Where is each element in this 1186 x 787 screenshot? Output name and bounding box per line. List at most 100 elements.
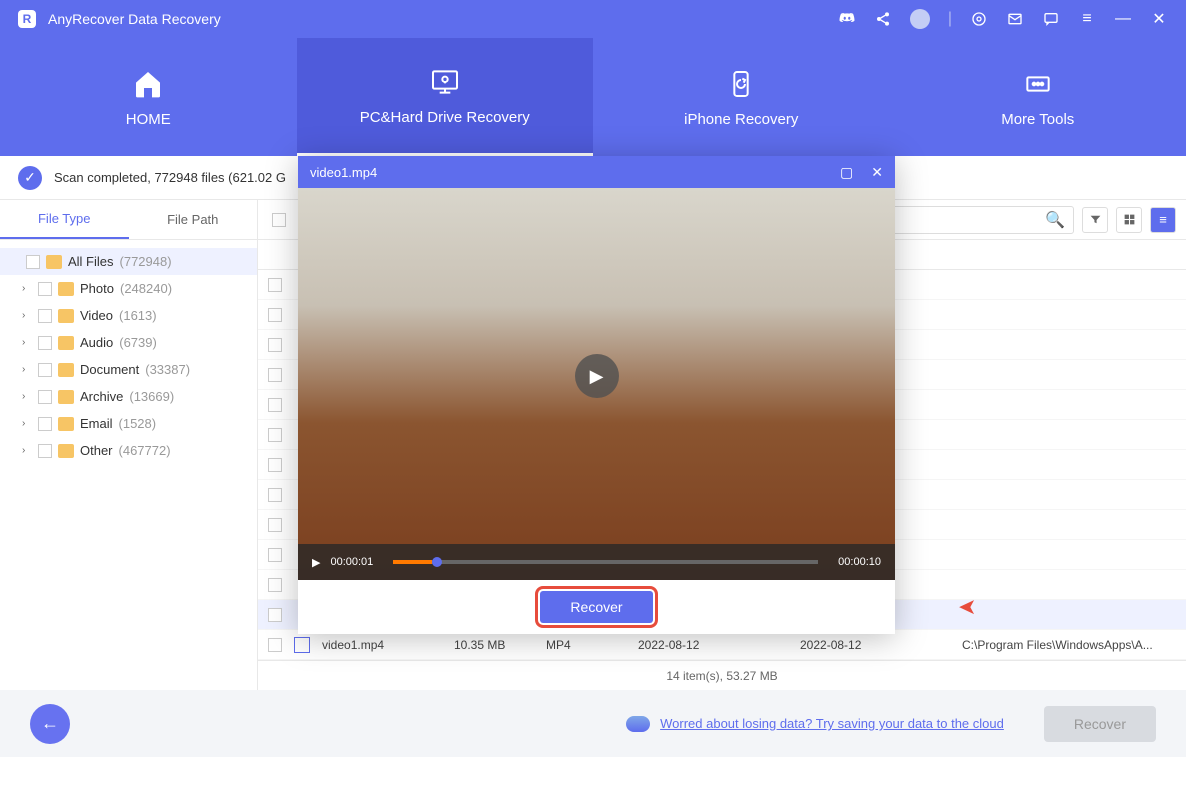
- checkbox[interactable]: [38, 336, 52, 350]
- folder-icon: [58, 444, 74, 458]
- tree-item[interactable]: ›Email (1528): [0, 410, 257, 437]
- modal-title: video1.mp4: [310, 165, 377, 180]
- tree-label: All Files: [68, 254, 114, 269]
- tree-label: Archive: [80, 389, 123, 404]
- tree-item[interactable]: ›Document (33387): [0, 356, 257, 383]
- chevron-right-icon: ›: [22, 391, 32, 402]
- file-name: video1.mp4: [322, 638, 442, 652]
- cloud-icon: [626, 716, 650, 732]
- grid-view-button[interactable]: [1116, 207, 1142, 233]
- mail-icon[interactable]: [1006, 10, 1024, 28]
- video-controls: ▶ 00:00:01 00:00:10: [298, 544, 895, 580]
- file-date2: 2022-08-12: [800, 638, 950, 652]
- chat-icon[interactable]: [1042, 10, 1060, 28]
- tree-count: (1528): [119, 416, 157, 431]
- select-all-checkbox[interactable]: [272, 213, 286, 227]
- nav-iphone-recovery[interactable]: iPhone Recovery: [593, 38, 890, 156]
- checkbox[interactable]: [38, 363, 52, 377]
- back-button[interactable]: ←: [30, 704, 70, 744]
- checkbox[interactable]: [38, 282, 52, 296]
- checkbox[interactable]: [268, 368, 282, 382]
- more-icon: [1021, 67, 1055, 101]
- monitor-icon: [428, 65, 462, 99]
- home-icon: [131, 67, 165, 101]
- nav-more-tools[interactable]: More Tools: [890, 38, 1186, 156]
- check-icon: ✓: [18, 166, 42, 190]
- folder-icon: [46, 255, 62, 269]
- tree-count: (248240): [120, 281, 172, 296]
- checkbox[interactable]: [268, 488, 282, 502]
- folder-icon: [58, 417, 74, 431]
- checkbox[interactable]: [38, 444, 52, 458]
- tree-all-files[interactable]: All Files (772948): [0, 248, 257, 275]
- checkbox[interactable]: [38, 390, 52, 404]
- checkbox[interactable]: [268, 458, 282, 472]
- recover-button-footer[interactable]: Recover: [1044, 706, 1156, 742]
- modal-close-icon[interactable]: ✕: [871, 164, 883, 181]
- file-date1: 2022-08-12: [638, 638, 788, 652]
- discord-icon[interactable]: [838, 10, 856, 28]
- play-icon[interactable]: ▶: [312, 556, 320, 569]
- play-button[interactable]: ▶: [575, 354, 619, 398]
- checkbox[interactable]: [268, 338, 282, 352]
- tree-count: (467772): [119, 443, 171, 458]
- checkbox[interactable]: [268, 638, 282, 652]
- checkbox[interactable]: [26, 255, 40, 269]
- modal-maximize-icon[interactable]: ▢: [840, 164, 853, 181]
- list-view-button[interactable]: ≡: [1150, 207, 1176, 233]
- search-icon[interactable]: 🔍: [1045, 210, 1065, 230]
- status-text: Scan completed, 772948 files (621.02 G: [54, 170, 286, 185]
- chevron-right-icon: ›: [22, 445, 32, 456]
- checkbox[interactable]: [268, 308, 282, 322]
- chevron-right-icon: ›: [22, 283, 32, 294]
- folder-icon: [58, 282, 74, 296]
- sidebar: File Type File Path All Files (772948) ›…: [0, 200, 258, 690]
- tree-label: Video: [80, 308, 113, 323]
- avatar[interactable]: [910, 9, 930, 29]
- minimize-icon[interactable]: —: [1114, 10, 1132, 28]
- tab-file-path[interactable]: File Path: [129, 200, 258, 239]
- nav-pc-recovery[interactable]: PC&Hard Drive Recovery: [297, 38, 594, 156]
- checkbox[interactable]: [268, 398, 282, 412]
- tree-item[interactable]: › Photo (248240): [0, 275, 257, 302]
- tree-count: (772948): [120, 254, 172, 269]
- chevron-right-icon: ›: [22, 364, 32, 375]
- folder-icon: [58, 390, 74, 404]
- tree-label: Photo: [80, 281, 114, 296]
- file-type: MP4: [546, 638, 626, 652]
- video-preview[interactable]: ▶ ▶ 00:00:01 00:00:10: [298, 188, 895, 580]
- time-current: 00:00:01: [330, 556, 373, 568]
- checkbox[interactable]: [268, 278, 282, 292]
- nav-label: More Tools: [1001, 111, 1074, 128]
- tree-label: Document: [80, 362, 139, 377]
- checkbox[interactable]: [268, 518, 282, 532]
- app-logo: R: [18, 10, 36, 28]
- tree-item[interactable]: ›Other (467772): [0, 437, 257, 464]
- share-icon[interactable]: [874, 10, 892, 28]
- cloud-save-link[interactable]: Worred about losing data? Try saving you…: [626, 716, 1004, 732]
- chevron-right-icon: ›: [22, 337, 32, 348]
- checkbox[interactable]: [268, 608, 282, 622]
- checkbox[interactable]: [268, 548, 282, 562]
- folder-icon: [58, 336, 74, 350]
- checkbox[interactable]: [38, 417, 52, 431]
- menu-icon[interactable]: ≡: [1078, 10, 1096, 28]
- checkbox[interactable]: [268, 428, 282, 442]
- progress-bar[interactable]: [393, 560, 818, 564]
- checkbox[interactable]: [38, 309, 52, 323]
- tree-count: (6739): [119, 335, 157, 350]
- file-row[interactable]: video1.mp4 10.35 MB MP4 2022-08-12 2022-…: [258, 630, 1186, 660]
- tab-file-type[interactable]: File Type: [0, 200, 129, 239]
- gear-icon[interactable]: [970, 10, 988, 28]
- close-icon[interactable]: ✕: [1150, 10, 1168, 28]
- chevron-right-icon: ›: [22, 310, 32, 321]
- checkbox[interactable]: [268, 578, 282, 592]
- progress-handle[interactable]: [432, 557, 442, 567]
- file-size: 10.35 MB: [454, 638, 534, 652]
- recover-button-modal[interactable]: Recover: [540, 591, 652, 623]
- tree-item[interactable]: ›Video (1613): [0, 302, 257, 329]
- filter-button[interactable]: [1082, 207, 1108, 233]
- tree-item[interactable]: ›Archive (13669): [0, 383, 257, 410]
- nav-home[interactable]: HOME: [0, 38, 297, 156]
- tree-item[interactable]: ›Audio (6739): [0, 329, 257, 356]
